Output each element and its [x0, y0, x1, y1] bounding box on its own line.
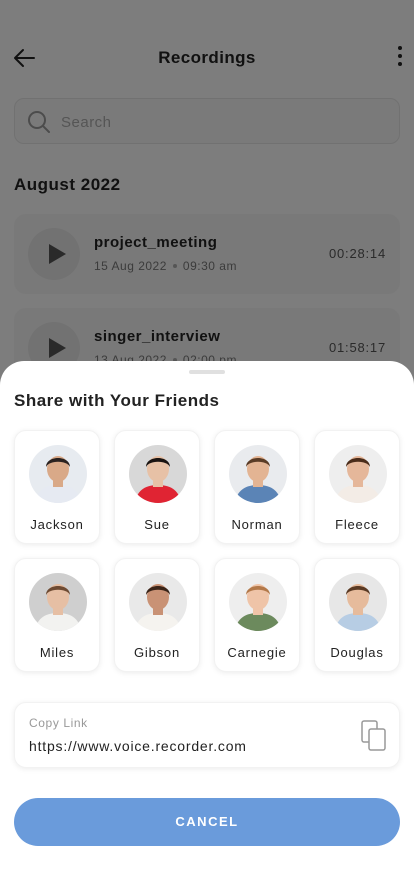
friend-tile[interactable]: Sue	[114, 430, 200, 544]
friend-name: Miles	[39, 645, 75, 660]
friend-name: Norman	[231, 517, 283, 532]
friend-name: Carnegie	[227, 645, 287, 660]
copy-link-box[interactable]: Copy Link https://www.voice.recorder.com	[14, 702, 400, 768]
friend-name: Sue	[144, 517, 170, 532]
avatar	[229, 445, 287, 503]
sheet-grabber[interactable]	[189, 370, 225, 374]
friend-name: Jackson	[30, 517, 84, 532]
friend-tile[interactable]: Jackson	[14, 430, 100, 544]
friend-tile[interactable]: Miles	[14, 558, 100, 672]
share-bottom-sheet: Share with Your Friends Jackson Sue Norman…	[0, 361, 414, 896]
friend-tile[interactable]: Norman	[214, 430, 300, 544]
friend-name: Fleece	[335, 517, 379, 532]
avatar	[229, 573, 287, 631]
copy-link-url: https://www.voice.recorder.com	[29, 738, 247, 754]
friend-tile[interactable]: Gibson	[114, 558, 200, 672]
avatar	[129, 445, 187, 503]
avatar	[29, 573, 87, 631]
friend-tile[interactable]: Fleece	[314, 430, 400, 544]
friend-tile[interactable]: Carnegie	[214, 558, 300, 672]
copy-link-label: Copy Link	[29, 716, 88, 730]
friend-name: Gibson	[134, 645, 180, 660]
avatar	[329, 445, 387, 503]
avatar	[329, 573, 387, 631]
share-title: Share with Your Friends	[14, 391, 220, 410]
friend-name: Douglas	[330, 645, 384, 660]
avatar	[29, 445, 87, 503]
cancel-button[interactable]: CANCEL	[14, 798, 400, 846]
copy-icon[interactable]	[361, 720, 387, 752]
friend-tile[interactable]: Douglas	[314, 558, 400, 672]
avatar	[129, 573, 187, 631]
